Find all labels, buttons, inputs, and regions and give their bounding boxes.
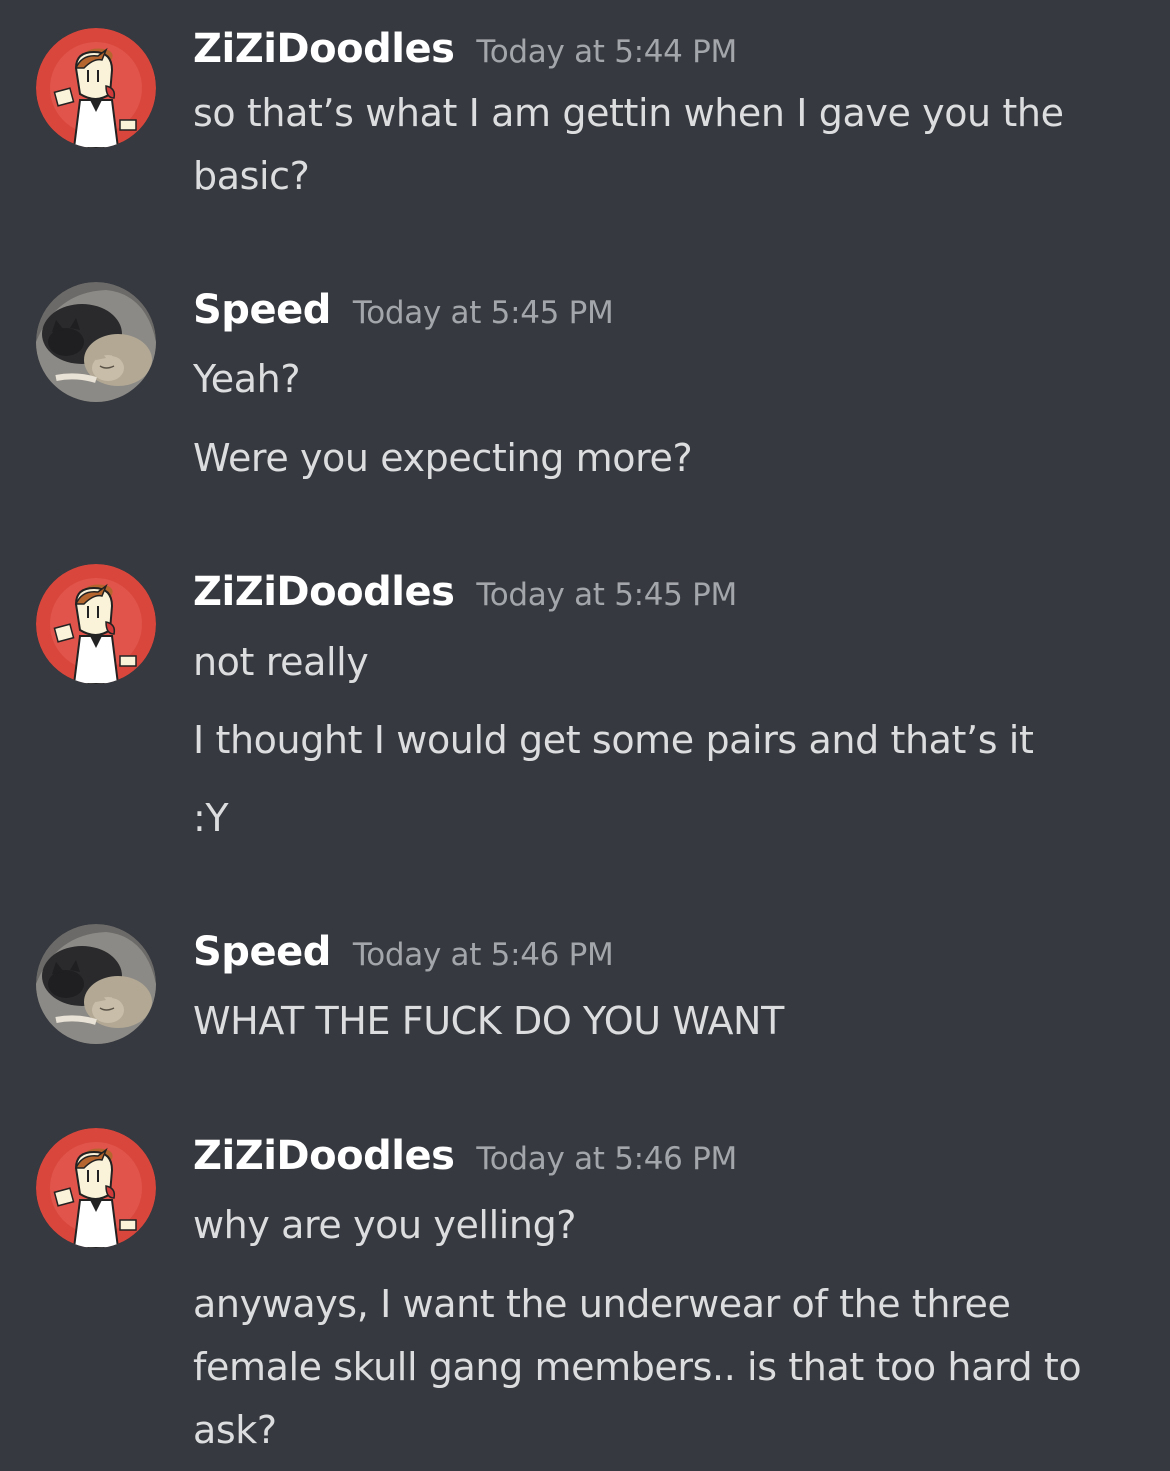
message-text: so that’s what I am gettin when I gave y… [193, 91, 1076, 198]
timestamp: Today at 5:46 PM [476, 1141, 737, 1177]
message-text: WHAT THE FUCK DO YOU WANT [193, 999, 784, 1043]
chat-message-list: ZiZiDoodles Today at 5:44 PM so that’s wh… [0, 0, 1170, 1471]
message-text: anyways, I want the underwear of the thr… [193, 1282, 1093, 1452]
username[interactable]: ZiZiDoodles [193, 26, 455, 72]
message-header: Speed Today at 5:45 PM [193, 285, 614, 335]
timestamp: Today at 5:44 PM [476, 34, 737, 70]
cartoon-character-avatar-icon [36, 564, 156, 684]
username[interactable]: ZiZiDoodles [193, 569, 455, 615]
username[interactable]: Speed [193, 287, 331, 333]
sleeping-cats-avatar-icon [36, 282, 156, 402]
message-text: Yeah? [193, 357, 301, 401]
message-text: Were you expecting more? [193, 436, 693, 480]
timestamp: Today at 5:45 PM [352, 295, 614, 331]
username[interactable]: Speed [193, 929, 331, 975]
user-avatar[interactable] [36, 1128, 156, 1248]
timestamp: Today at 5:46 PM [352, 937, 614, 973]
message-header: ZiZiDoodles Today at 5:44 PM [193, 24, 737, 74]
message-header: ZiZiDoodles Today at 5:45 PM [193, 567, 737, 617]
timestamp: Today at 5:45 PM [476, 577, 737, 613]
message-text: why are you yelling? [193, 1203, 577, 1247]
message-text: I thought I would get some pairs and tha… [193, 718, 1034, 762]
sleeping-cats-avatar-icon [36, 924, 156, 1044]
message-text: :Y [193, 796, 229, 840]
user-avatar[interactable] [36, 28, 156, 148]
message-header: ZiZiDoodles Today at 5:46 PM [193, 1131, 737, 1181]
user-avatar[interactable] [36, 282, 156, 402]
message-header: Speed Today at 5:46 PM [193, 927, 614, 977]
message-text: not really [193, 640, 369, 684]
user-avatar[interactable] [36, 924, 156, 1044]
cartoon-character-avatar-icon [36, 28, 156, 148]
cartoon-character-avatar-icon [36, 1128, 156, 1248]
username[interactable]: ZiZiDoodles [193, 1133, 455, 1179]
user-avatar[interactable] [36, 564, 156, 684]
